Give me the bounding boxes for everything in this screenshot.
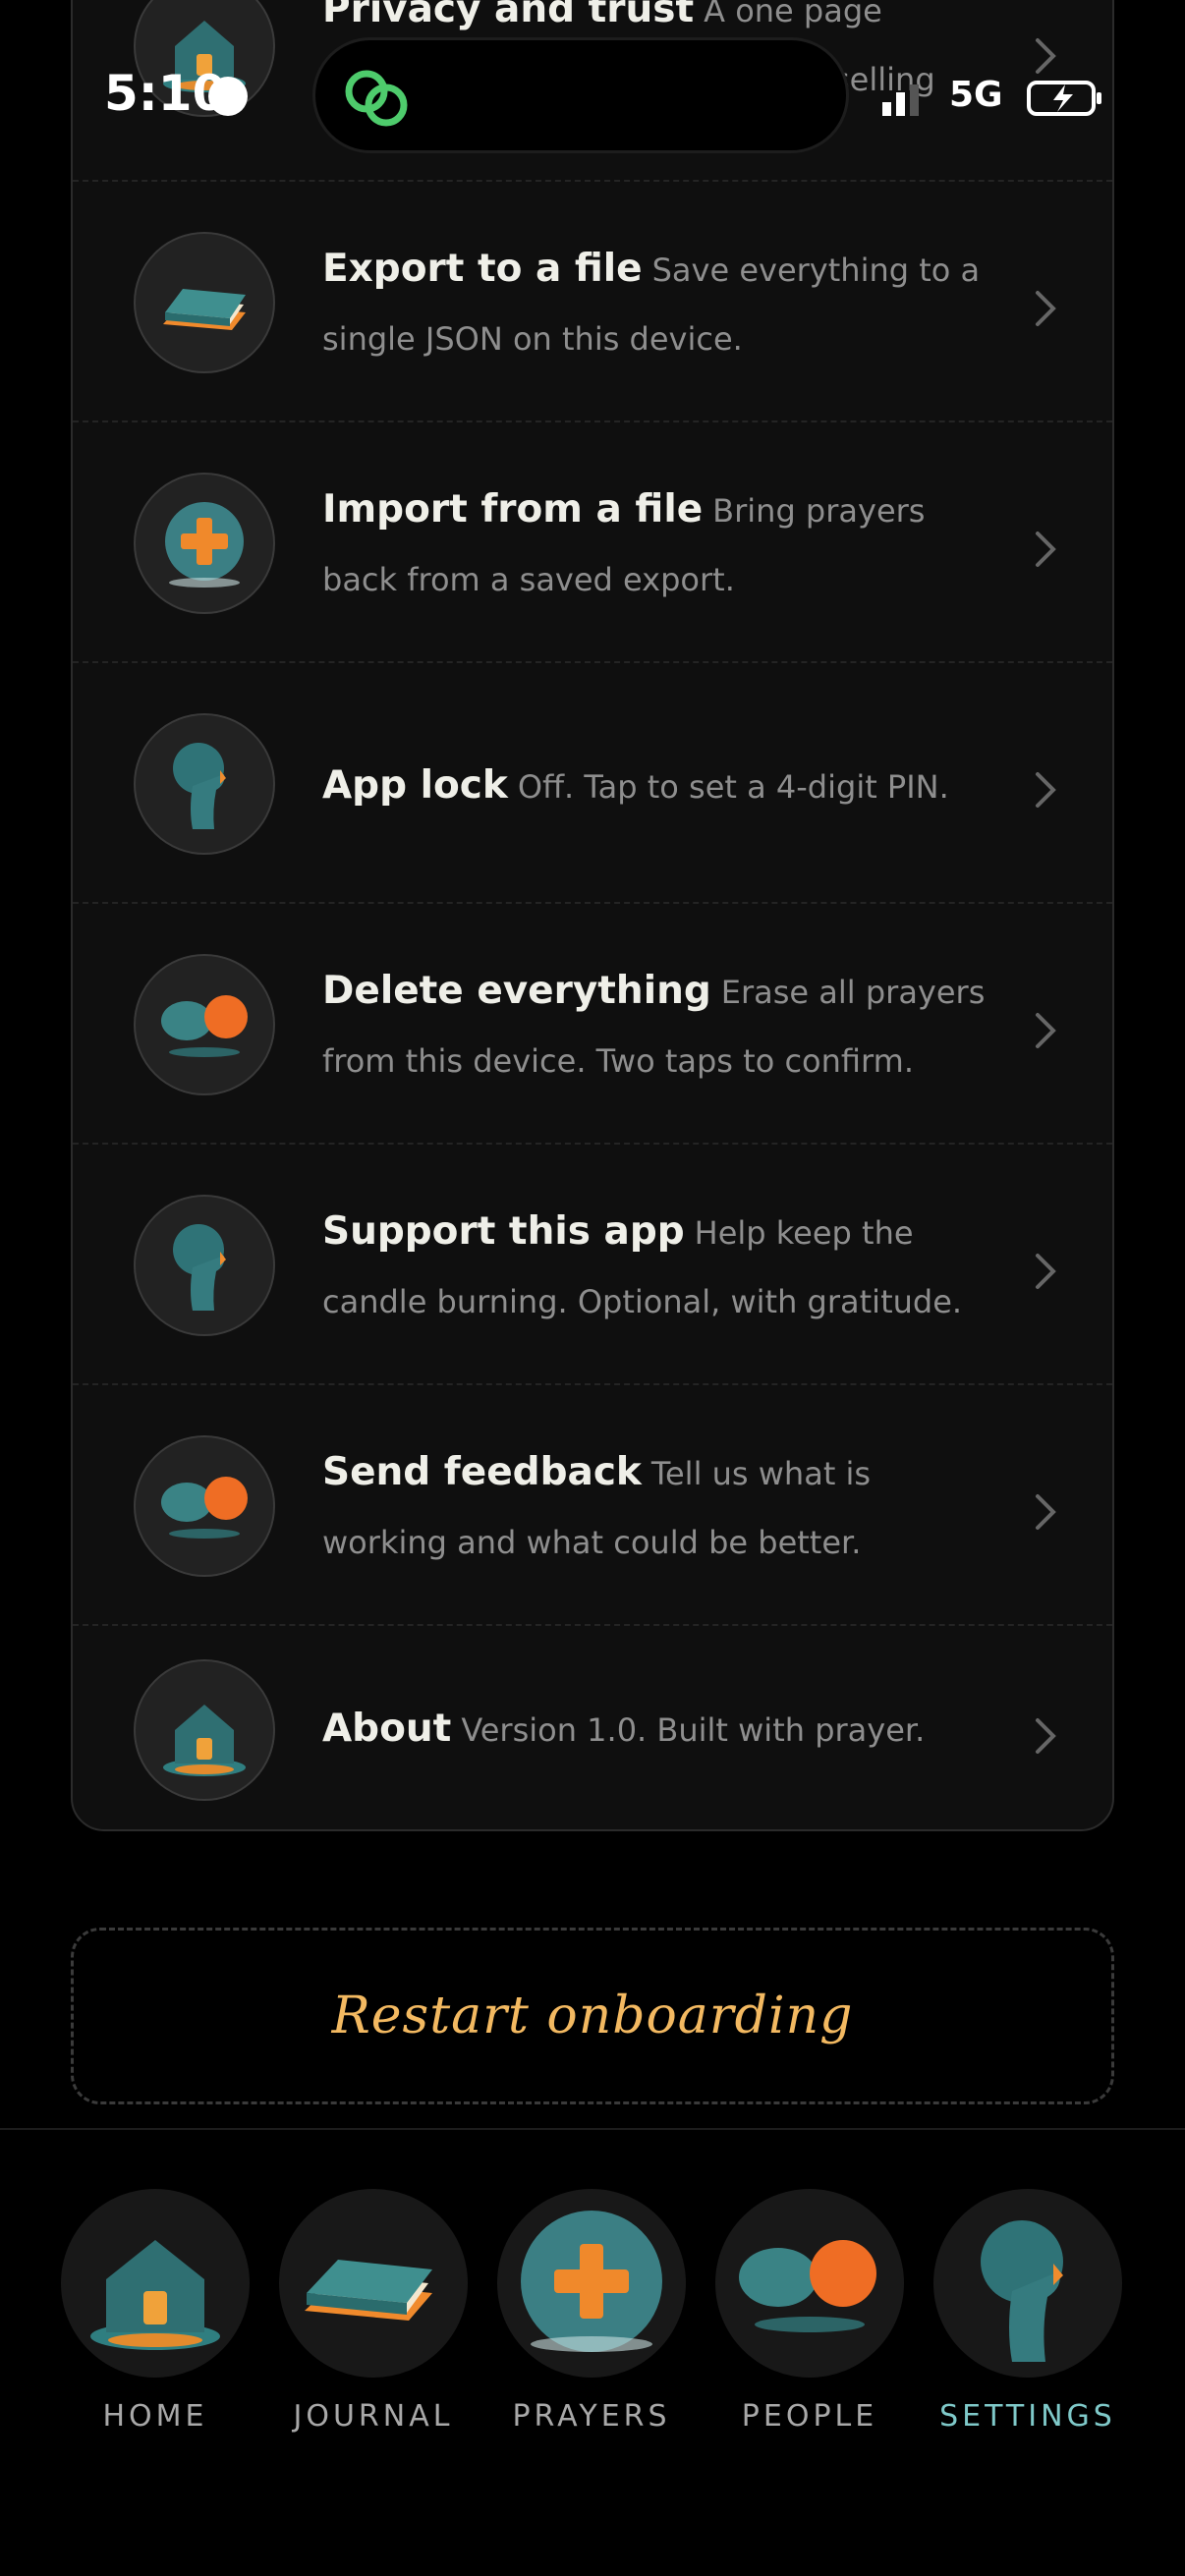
tab-settings[interactable]: SETTINGS (930, 2189, 1126, 2435)
row-title: Delete everything (322, 969, 711, 1013)
profile-head-icon (933, 2189, 1122, 2378)
book-icon (134, 232, 275, 373)
row-description: Version 1.0. Built with prayer. (461, 1711, 926, 1749)
cross-orb-icon (497, 2189, 686, 2378)
tab-label: HOME (102, 2399, 208, 2434)
row-app-lock[interactable]: App lock Off. Tap to set a 4-digit PIN. (73, 665, 1112, 904)
cross-orb-icon (134, 473, 275, 614)
link-rings-icon (345, 70, 408, 127)
tab-home[interactable]: HOME (57, 2189, 254, 2435)
row-export-to-file[interactable]: Export to a file Save everything to a sin… (73, 184, 1112, 422)
chevron-right-icon (1036, 1494, 1056, 1530)
chevron-right-icon (1036, 291, 1056, 326)
house-lamp-icon (134, 1659, 275, 1801)
restart-onboarding-label: Restart onboarding (331, 1987, 854, 2045)
restart-onboarding-button[interactable]: Restart onboarding (71, 1928, 1114, 2104)
tab-journal[interactable]: JOURNAL (275, 2189, 472, 2435)
settings-screen: Privacy and trust A one page selling Expo… (0, 0, 1185, 2576)
tab-label: PRAYERS (512, 2399, 671, 2434)
row-title: App lock (322, 763, 508, 808)
chevron-right-icon (1036, 1254, 1056, 1289)
dynamic-island[interactable] (312, 37, 849, 153)
row-about[interactable]: About Version 1.0. Built with prayer. (73, 1628, 1112, 1829)
chevron-right-icon (1036, 1718, 1056, 1754)
speech-bubbles-icon (134, 1435, 275, 1577)
profile-head-icon (134, 713, 275, 855)
row-support-this-app[interactable]: Support this app Help keep the candle bur… (73, 1147, 1112, 1385)
tab-label: PEOPLE (741, 2399, 878, 2434)
row-title: Send feedback (322, 1450, 642, 1494)
bottom-nav: HOME JOURNAL PRAYERS PEOPLE SETTINGS (0, 2130, 1185, 2576)
row-title: About (322, 1707, 452, 1751)
row-title: Support this app (322, 1209, 685, 1254)
row-description: Off. Tap to set a 4-digit PIN. (517, 768, 949, 806)
tab-label: SETTINGS (939, 2399, 1116, 2434)
speech-bubbles-icon (134, 954, 275, 1095)
house-lamp-icon (61, 2189, 250, 2378)
row-title: Import from a file (322, 487, 704, 532)
row-description: A one page (704, 0, 882, 29)
profile-head-icon (134, 1195, 275, 1336)
tab-prayers[interactable]: PRAYERS (493, 2189, 690, 2435)
speech-bubbles-icon (715, 2189, 904, 2378)
chevron-right-icon (1036, 38, 1056, 74)
chevron-right-icon (1036, 532, 1056, 567)
house-lamp-icon (134, 0, 275, 117)
chevron-right-icon (1036, 1013, 1056, 1048)
row-send-feedback[interactable]: Send feedback Tell us what is working and… (73, 1387, 1112, 1626)
tab-people[interactable]: PEOPLE (711, 2189, 908, 2435)
row-title: Export to a file (322, 247, 643, 291)
book-icon (279, 2189, 468, 2378)
row-delete-everything[interactable]: Delete everything Erase all prayers from … (73, 906, 1112, 1145)
tab-label: JOURNAL (293, 2399, 454, 2434)
row-import-from-file[interactable]: Import from a file Bring prayers back fro… (73, 424, 1112, 663)
settings-card: Privacy and trust A one page selling Expo… (71, 0, 1114, 1831)
row-title: Privacy and trust (322, 0, 695, 31)
chevron-right-icon (1036, 772, 1056, 808)
